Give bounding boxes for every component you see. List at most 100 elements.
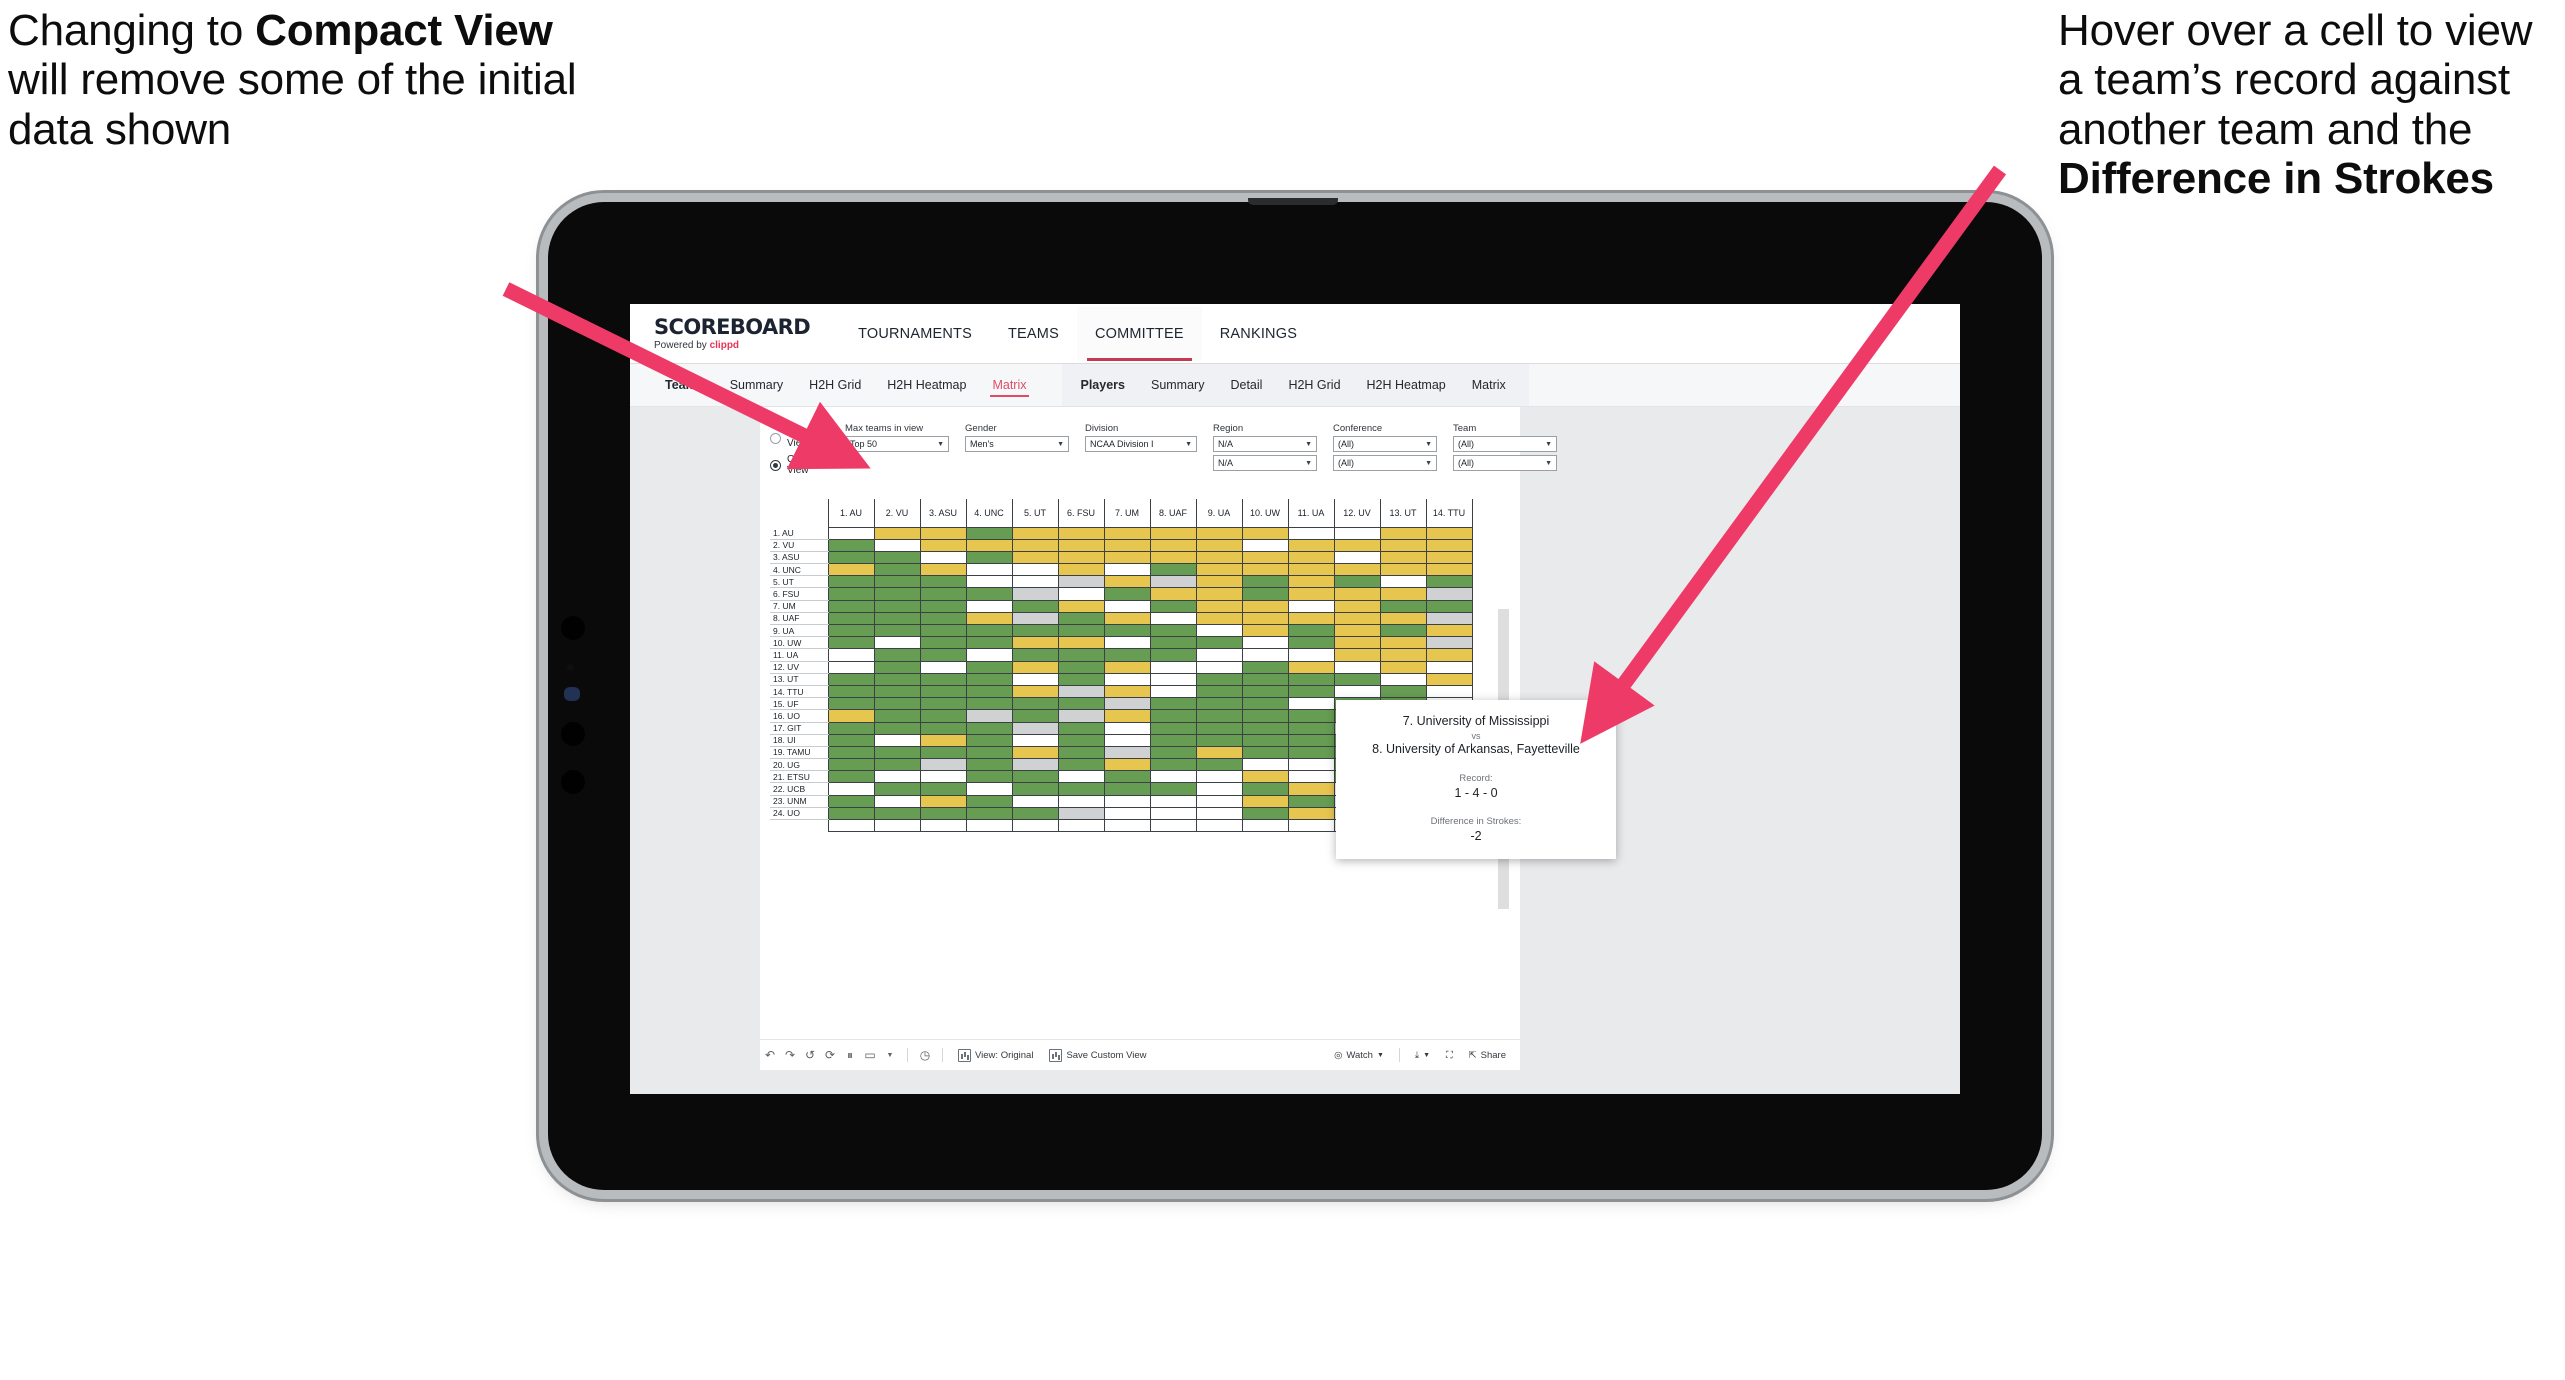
matrix-cell[interactable] xyxy=(1241,733,1289,747)
matrix-cell[interactable] xyxy=(1379,684,1427,699)
matrix-cell[interactable] xyxy=(1149,758,1197,772)
subnav-players-detail[interactable]: Detail xyxy=(1217,364,1275,406)
matrix-cell[interactable] xyxy=(1287,709,1335,723)
matrix-cell[interactable] xyxy=(873,770,921,784)
matrix-row-header[interactable]: 23. UNM xyxy=(770,795,829,808)
matrix-cell[interactable] xyxy=(1011,770,1059,784)
matrix-cell[interactable] xyxy=(1241,684,1289,699)
undo-icon[interactable]: ↶ xyxy=(760,1048,780,1062)
matrix-cell[interactable] xyxy=(1241,758,1289,772)
subnav-teams-h2h-heatmap[interactable]: H2H Heatmap xyxy=(874,364,979,406)
matrix-cell[interactable] xyxy=(1057,697,1105,711)
matrix-cell[interactable] xyxy=(827,697,875,711)
matrix-cell[interactable] xyxy=(1287,563,1335,577)
matrix-cell[interactable] xyxy=(919,806,967,821)
matrix-cell[interactable] xyxy=(1287,538,1335,552)
subnav-players-h2h-grid[interactable]: H2H Grid xyxy=(1275,364,1353,406)
matrix-cell[interactable] xyxy=(965,806,1013,821)
matrix-cell[interactable] xyxy=(827,733,875,747)
matrix-cell[interactable] xyxy=(827,648,875,662)
matrix-cell[interactable] xyxy=(1149,550,1197,565)
matrix-cell[interactable] xyxy=(873,684,921,699)
shape-caret-icon[interactable]: ▼ xyxy=(880,1052,900,1059)
subnav-players-matrix[interactable]: Matrix xyxy=(1459,364,1519,406)
radio-full-view[interactable]: Full View xyxy=(770,427,827,449)
radio-compact-view[interactable]: Compact View xyxy=(770,454,827,476)
matrix-cell[interactable] xyxy=(1425,611,1473,626)
matrix-cell[interactable] xyxy=(919,636,967,650)
matrix-cell[interactable] xyxy=(1287,526,1335,540)
matrix-cell[interactable] xyxy=(1241,721,1289,735)
matrix-row-header[interactable]: 17. GIT xyxy=(770,722,829,735)
matrix-cell[interactable] xyxy=(1195,636,1243,650)
matrix-cell[interactable] xyxy=(1195,623,1243,638)
matrix-cell[interactable] xyxy=(1057,745,1105,760)
matrix-cell[interactable] xyxy=(1103,538,1151,552)
matrix-cell[interactable] xyxy=(965,575,1013,589)
matrix-cell[interactable] xyxy=(1287,575,1335,589)
matrix-row-header[interactable]: 11. UA xyxy=(770,648,829,662)
matrix-cell[interactable] xyxy=(919,684,967,699)
refresh-icon[interactable]: ⟳ xyxy=(820,1048,840,1062)
matrix-cell[interactable] xyxy=(1149,575,1197,589)
matrix-cell[interactable] xyxy=(1333,636,1381,650)
matrix-cell[interactable] xyxy=(1195,806,1243,821)
matrix-cell[interactable] xyxy=(1241,575,1289,589)
matrix-cell[interactable] xyxy=(1011,648,1059,662)
matrix-cell[interactable] xyxy=(873,794,921,808)
matrix-cell[interactable] xyxy=(1379,672,1427,686)
matrix-cell[interactable] xyxy=(1011,758,1059,772)
matrix-cell[interactable] xyxy=(1195,758,1243,772)
matrix-cell[interactable] xyxy=(827,636,875,650)
matrix-row-header[interactable]: 15. UF xyxy=(770,697,829,711)
matrix-col-header[interactable]: 9. UA xyxy=(1195,499,1243,527)
matrix-row-header[interactable]: 14. TTU xyxy=(770,685,829,699)
matrix-cell[interactable] xyxy=(919,648,967,662)
matrix-row-header[interactable]: 16. UO xyxy=(770,709,829,723)
matrix-cell[interactable] xyxy=(1103,526,1151,540)
matrix-cell[interactable] xyxy=(965,794,1013,808)
matrix-cell[interactable] xyxy=(1011,538,1059,552)
matrix-cell[interactable] xyxy=(1379,599,1427,613)
matrix-cell[interactable] xyxy=(1195,660,1243,674)
matrix-cell[interactable] xyxy=(1149,660,1197,674)
matrix-col-header[interactable]: 11. UA xyxy=(1287,499,1335,527)
matrix-cell[interactable] xyxy=(1287,648,1335,662)
matrix-cell[interactable] xyxy=(1195,794,1243,808)
revert-icon[interactable]: ↺ xyxy=(800,1048,820,1062)
matrix-cell[interactable] xyxy=(873,782,921,796)
matrix-cell[interactable] xyxy=(1425,623,1473,638)
matrix-cell[interactable] xyxy=(1149,733,1197,747)
matrix-cell[interactable] xyxy=(1149,526,1197,540)
matrix-cell[interactable] xyxy=(1333,648,1381,662)
matrix-cell[interactable] xyxy=(965,660,1013,674)
matrix-cell[interactable] xyxy=(919,660,967,674)
matrix-cell[interactable] xyxy=(1241,599,1289,613)
matrix-cell[interactable] xyxy=(1149,745,1197,760)
matrix-cell[interactable] xyxy=(965,623,1013,638)
matrix-cell[interactable] xyxy=(1287,770,1335,784)
subnav-players-h2h-heatmap[interactable]: H2H Heatmap xyxy=(1354,364,1459,406)
matrix-cell[interactable] xyxy=(873,563,921,577)
filter-region-select-1[interactable]: N/A ▼ xyxy=(1213,436,1318,452)
matrix-cell[interactable] xyxy=(1379,611,1427,626)
matrix-row-header[interactable]: 8. UAF xyxy=(770,612,829,626)
matrix-cell[interactable] xyxy=(1057,526,1105,540)
matrix-cell[interactable] xyxy=(1379,636,1427,650)
matrix-row-header[interactable]: 5. UT xyxy=(770,575,829,589)
filter-conference-select-1[interactable]: (All) ▼ xyxy=(1333,436,1438,452)
matrix-cell[interactable] xyxy=(1333,526,1381,540)
clock-icon[interactable]: ◷ xyxy=(915,1048,935,1062)
matrix-cell[interactable] xyxy=(965,672,1013,686)
matrix-cell[interactable] xyxy=(1287,660,1335,674)
matrix-cell[interactable] xyxy=(1287,721,1335,735)
matrix-cell[interactable] xyxy=(1241,538,1289,552)
matrix-cell[interactable] xyxy=(1379,550,1427,565)
matrix-cell[interactable] xyxy=(1333,684,1381,699)
matrix-cell[interactable] xyxy=(965,599,1013,613)
matrix-cell[interactable] xyxy=(1287,672,1335,686)
matrix-cell[interactable] xyxy=(1011,526,1059,540)
matrix-cell[interactable] xyxy=(1241,782,1289,796)
matrix-cell[interactable] xyxy=(1103,623,1151,638)
matrix-cell[interactable] xyxy=(1333,538,1381,552)
